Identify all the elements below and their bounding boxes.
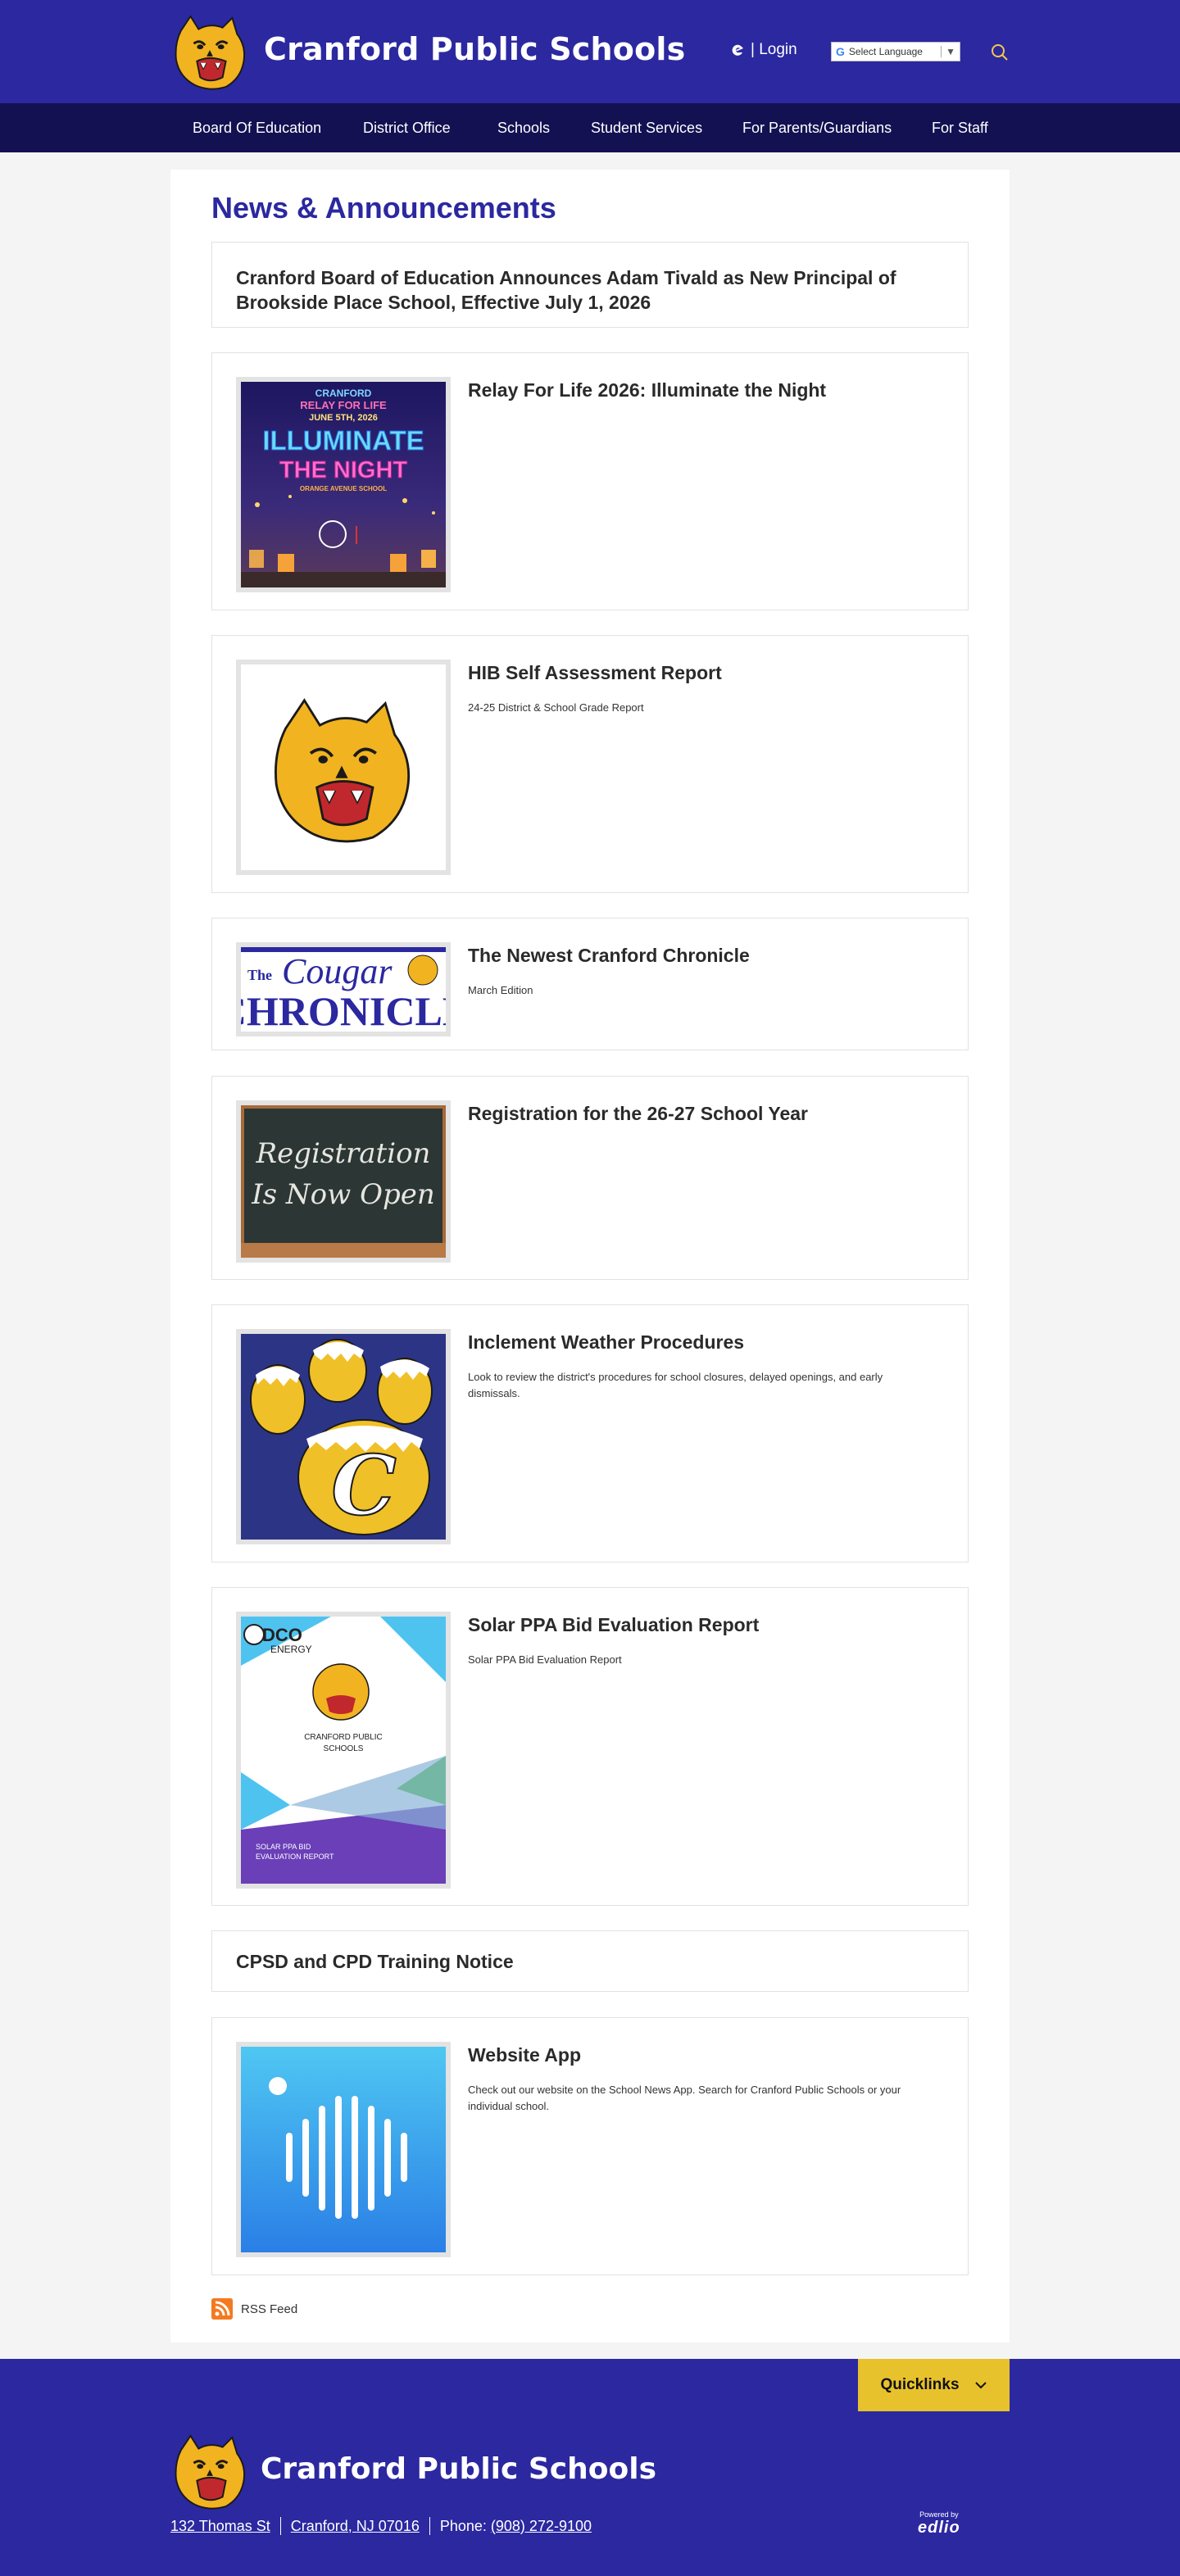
poster-line2: RELAY FOR LIFE [300,399,387,411]
nav-district-office[interactable]: District Office [363,103,451,152]
news-image[interactable]: Registration Is Now Open [236,1100,451,1263]
news-card[interactable]: CRANFORD RELAY FOR LIFE JUNE 5TH, 2026 I… [211,352,969,610]
news-title[interactable]: Cranford Board of Education Announces Ad… [236,265,957,315]
news-image[interactable]: CRANFORD RELAY FOR LIFE JUNE 5TH, 2026 I… [236,377,451,592]
news-title[interactable]: Website App [468,2043,943,2067]
phone-prefix: Phone: [439,2517,487,2534]
poster-line5: THE NIGHT [279,457,408,483]
news-title[interactable]: CPSD and CPD Training Notice [236,1949,957,1974]
paw-letter: C [331,1437,397,1534]
edlio-credit[interactable]: Powered by edlio [918,2510,960,2537]
city-link[interactable]: Cranford, NJ 07016 [291,2518,420,2535]
news-title[interactable]: Relay For Life 2026: Illuminate the Nigh… [468,378,943,402]
quicklinks-label: Quicklinks [880,2376,960,2393]
school-news-app-icon [241,2047,446,2252]
news-description: Solar PPA Bid Evaluation Report [468,1653,622,1666]
divider [279,2517,281,2535]
google-icon: G [836,45,845,58]
chalkboard-image: Registration Is Now Open [241,1105,446,1258]
cover-brand1: DCO [262,1625,302,1645]
nav-for-staff[interactable]: For Staff [932,103,988,152]
page-title: News & Announcements [211,191,556,224]
rss-icon [211,2298,233,2320]
news-title[interactable]: Registration for the 26-27 School Year [468,1101,943,1126]
news-card[interactable]: C Inclement Weather Procedures Look to r… [211,1304,969,1562]
main-nav: Board Of Education District Office Schoo… [0,103,1180,152]
language-label: Select Language [848,46,923,57]
nav-board-of-education[interactable]: Board Of Education [193,103,321,152]
relay-poster-image: CRANFORD RELAY FOR LIFE JUNE 5TH, 2026 I… [241,382,446,587]
cougar-logo[interactable] [170,15,250,90]
news-card[interactable]: The Cougar CHRONICLE The Newest Cranford… [211,918,969,1050]
address-link[interactable]: 132 Thomas St [170,2518,270,2535]
cover-school2: SCHOOLS [324,1744,364,1753]
poster-line4: ILLUMINATE [262,425,424,456]
edlio-brand: edlio [918,2519,960,2537]
site-header: Cranford Public Schools | Login G Select… [0,0,1180,103]
cover-brand2: ENERGY [270,1644,312,1655]
cougar-logo[interactable] [170,2434,250,2510]
masthead-cougar: Cougar [282,951,393,991]
edlio-e-icon [732,44,743,56]
cougar-mascot-image [241,664,446,870]
phone-link[interactable]: (908) 272-9100 [491,2518,592,2535]
cover-school1: CRANFORD PUBLIC [304,1733,383,1742]
login-link[interactable]: | Login [729,41,797,59]
chalk-line1: Registration [256,1137,431,1170]
rss-label: RSS Feed [241,2302,298,2316]
chronicle-masthead-image: The Cougar CHRONICLE [241,947,446,1032]
news-card[interactable]: DCO ENERGY CRANFORD PUBLIC SCHOOLS SOLAR… [211,1587,969,1906]
poster-line6: ORANGE AVENUE SCHOOL [300,485,387,492]
rss-feed-link[interactable]: RSS Feed [211,2298,297,2320]
language-select[interactable]: G Select Language ▼ [831,42,960,61]
news-card[interactable]: Registration Is Now Open Registration fo… [211,1076,969,1280]
chevron-down-icon [974,2382,987,2389]
nav-schools[interactable]: Schools [497,103,550,152]
footer-address: 132 Thomas St Cranford, NJ 07016 Phone: … [170,2517,592,2535]
poster-line1: CRANFORD [315,388,372,399]
nav-student-services[interactable]: Student Services [591,103,702,152]
news-image[interactable]: C [236,1329,451,1544]
main-content: News & Announcements Cranford Board of E… [170,170,1010,2342]
news-card[interactable]: HIB Self Assessment Report 24-25 Distric… [211,635,969,893]
news-card[interactable]: Cranford Board of Education Announces Ad… [211,242,969,328]
masthead-the: The [247,967,272,983]
site-footer: Quicklinks Cranford Public Schools 132 T… [0,2359,1180,2576]
news-card[interactable]: Website App Check out our website on the… [211,2017,969,2275]
news-description: 24-25 District & School Grade Report [468,701,644,714]
news-image[interactable] [236,660,451,875]
cover-report1: SOLAR PPA BID [256,1843,311,1851]
news-image[interactable] [236,2042,451,2257]
news-description: March Edition [468,984,533,996]
news-card[interactable]: CPSD and CPD Training Notice [211,1930,969,1992]
masthead-chronicle: CHRONICLE [241,988,446,1032]
news-image[interactable]: DCO ENERGY CRANFORD PUBLIC SCHOOLS SOLAR… [236,1612,451,1889]
divider [429,2517,430,2535]
solar-report-cover-image: DCO ENERGY CRANFORD PUBLIC SCHOOLS SOLAR… [241,1617,446,1884]
cover-report2: EVALUATION REPORT [256,1853,334,1861]
site-title[interactable]: Cranford Public Schools [264,31,685,67]
login-label: | Login [751,41,797,58]
news-title[interactable]: HIB Self Assessment Report [468,660,943,685]
nav-parents-guardians[interactable]: For Parents/Guardians [742,103,892,152]
poster-line3: JUNE 5TH, 2026 [309,413,378,423]
snowy-paw-image: C [241,1334,446,1540]
news-title[interactable]: Solar PPA Bid Evaluation Report [468,1612,943,1637]
news-description: Check out our website on the School News… [468,2084,901,2112]
news-title[interactable]: Inclement Weather Procedures [468,1330,943,1354]
chalk-line2: Is Now Open [251,1178,434,1211]
quicklinks-button[interactable]: Quicklinks [858,2359,1010,2411]
news-description: Look to review the district's procedures… [468,1371,883,1399]
search-icon[interactable] [990,43,1010,62]
news-title[interactable]: The Newest Cranford Chronicle [468,943,943,968]
news-image[interactable]: The Cougar CHRONICLE [236,942,451,1036]
footer-site-title: Cranford Public Schools [261,2452,657,2486]
language-arrow: ▼ [941,46,955,57]
powered-by-label: Powered by [919,2510,959,2519]
